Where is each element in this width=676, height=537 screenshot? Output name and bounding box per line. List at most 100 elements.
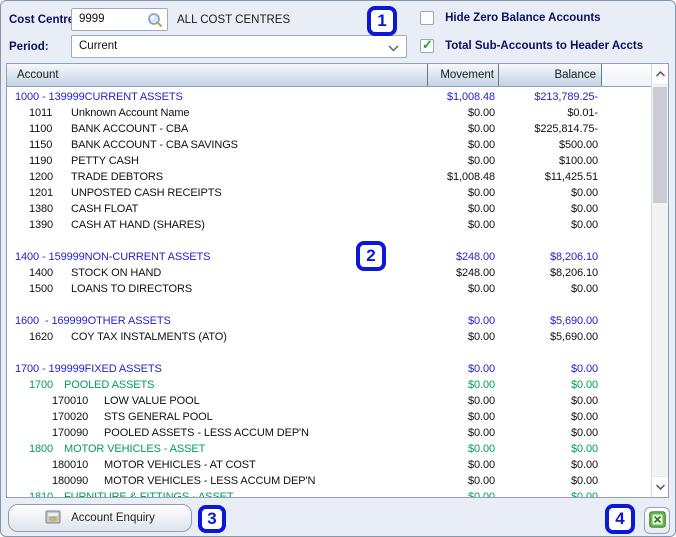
cell-name: FIXED ASSETS bbox=[84, 363, 162, 375]
cost-centre-input[interactable]: 9999 bbox=[71, 8, 168, 31]
table-row[interactable]: 170020 STS GENERAL POOL $0.00 $0.00 bbox=[7, 410, 651, 426]
cell-code: 1200 bbox=[29, 171, 54, 183]
hide-zero-option: ✓ Hide Zero Balance Accounts bbox=[420, 11, 601, 25]
cell-bal: $500.00 bbox=[558, 139, 598, 151]
cell-code: 1500 bbox=[29, 283, 54, 295]
table-body: 1000 - 139999CURRENT ASSETS $1,008.48 $213… bbox=[7, 88, 651, 497]
table-row[interactable]: 1700 - 199999FIXED ASSETS $0.00 $0.00 bbox=[7, 362, 651, 378]
cell-code: 170010 bbox=[52, 395, 89, 407]
table-row[interactable]: 1810 FURNITURE & FITTINGS - ASSET $0.00 $0.… bbox=[7, 490, 651, 497]
table-row[interactable]: 1500 LOANS TO DIRECTORS $0.00 $0.00 bbox=[7, 282, 651, 298]
cell-mov: $0.00 bbox=[467, 475, 495, 487]
table-row[interactable]: 1190 PETTY CASH $0.00 $100.00 bbox=[7, 154, 651, 170]
column-header-account[interactable]: Account bbox=[7, 64, 427, 86]
table-row[interactable]: 1200 TRADE DEBTORS $1,008.48 $11,425.51 bbox=[7, 170, 651, 186]
column-header-movement[interactable]: Movement bbox=[427, 64, 498, 86]
cell-bal: $0.00 bbox=[570, 459, 598, 471]
cell-name: STS GENERAL POOL bbox=[104, 411, 213, 423]
cell-name: BANK ACCOUNT - CBA SAVINGS bbox=[71, 139, 238, 151]
column-header-balance[interactable]: Balance bbox=[498, 64, 601, 86]
table-row[interactable]: 1390 CASH AT HAND (SHARES) $0.00 $0.00 bbox=[7, 218, 651, 234]
magnifier-icon[interactable] bbox=[147, 12, 163, 28]
table-row[interactable]: 1150 BANK ACCOUNT - CBA SAVINGS $0.00 $500.… bbox=[7, 138, 651, 154]
period-select[interactable]: Current bbox=[71, 35, 407, 58]
cell-mov: $0.00 bbox=[467, 155, 495, 167]
table-row[interactable]: 1380 CASH FLOAT $0.00 $0.00 bbox=[7, 202, 651, 218]
table-header-row: Account Movement Balance bbox=[7, 64, 651, 87]
callout-badge-1: 1 bbox=[367, 6, 397, 36]
cell-mov: $1,008.48 bbox=[446, 171, 495, 183]
cell-name: LOW VALUE POOL bbox=[104, 395, 200, 407]
cell-mov: $0.00 bbox=[467, 219, 495, 231]
cell-name: MOTOR VEHICLES - LESS ACCUM DEP'N bbox=[104, 475, 316, 487]
table-row[interactable]: 1620 COY TAX INSTALMENTS (ATO) $0.00 $5,690… bbox=[7, 330, 651, 346]
account-enquiry-label: Account Enquiry bbox=[71, 512, 155, 524]
cell-name: OTHER ASSETS bbox=[87, 315, 171, 327]
cell-name: MOTOR VEHICLES - ASSET bbox=[64, 443, 206, 455]
table-row[interactable]: 180090 MOTOR VEHICLES - LESS ACCUM DEP'N $… bbox=[7, 474, 651, 490]
cell-mov: $0.00 bbox=[467, 107, 495, 119]
table-row[interactable]: 170010 LOW VALUE POOL $0.00 $0.00 bbox=[7, 394, 651, 410]
table-row bbox=[7, 298, 651, 314]
cell-code: 1150 bbox=[29, 139, 53, 151]
cell-name: UNPOSTED CASH RECEIPTS bbox=[71, 187, 222, 199]
cell-mov: $0.00 bbox=[467, 331, 495, 343]
cell-bal: $0.00 bbox=[570, 187, 598, 199]
cell-name: CASH FLOAT bbox=[71, 203, 139, 215]
scrollbar-thumb[interactable] bbox=[653, 87, 667, 203]
cell-name: LOANS TO DIRECTORS bbox=[71, 283, 193, 295]
cell-name: CURRENT ASSETS bbox=[84, 91, 183, 103]
table-row[interactable]: 180010 MOTOR VEHICLES - AT COST $0.00 $0.00 bbox=[7, 458, 651, 474]
table-row[interactable]: 1800 MOTOR VEHICLES - ASSET $0.00 $0.00 bbox=[7, 442, 651, 458]
cell-code: 1620 bbox=[29, 331, 54, 343]
cell-mov: $248.00 bbox=[455, 251, 495, 263]
table-row[interactable]: 1400 STOCK ON HAND $248.00 $8,206.10 bbox=[7, 266, 651, 282]
callout-badge-2: 2 bbox=[356, 241, 386, 271]
cell-code: 1000 - 139999 bbox=[15, 91, 85, 103]
cell-mov: $0.00 bbox=[467, 203, 495, 215]
table-row bbox=[7, 346, 651, 362]
cell-code: 1810 bbox=[29, 491, 54, 497]
vertical-scrollbar[interactable] bbox=[651, 64, 668, 497]
total-sub-option: ✓ Total Sub-Accounts to Header Accts bbox=[420, 37, 644, 53]
cell-name: STOCK ON HAND bbox=[71, 267, 162, 279]
cell-bal: $213,789.25- bbox=[534, 91, 598, 103]
column-header-filler bbox=[601, 64, 651, 86]
table-row[interactable]: 1000 - 139999CURRENT ASSETS $1,008.48 $213… bbox=[7, 90, 651, 106]
cell-mov: $0.00 bbox=[467, 491, 495, 497]
account-enquiry-button[interactable]: Account Enquiry bbox=[8, 504, 192, 532]
table-row[interactable]: 1600 - 169999OTHER ASSETS $0.00 $5,690.00 bbox=[7, 314, 651, 330]
cell-bal: $0.00 bbox=[570, 219, 598, 231]
cell-bal: $225,814.75- bbox=[534, 123, 598, 135]
table-row[interactable]: 1700 POOLED ASSETS $0.00 $0.00 bbox=[7, 378, 651, 394]
cell-mov: $1,008.48 bbox=[446, 91, 495, 103]
cell-name: POOLED ASSETS bbox=[64, 379, 155, 391]
cell-code: 1800 bbox=[29, 443, 54, 455]
accounts-table: Account Movement Balance 1000 - 139999CU… bbox=[6, 63, 669, 498]
cell-bal: $11,425.51 bbox=[544, 171, 598, 183]
cell-bal: $0.00 bbox=[570, 203, 598, 215]
scroll-up-icon[interactable] bbox=[652, 64, 668, 85]
cell-mov: $0.00 bbox=[467, 395, 495, 407]
cell-name: FURNITURE & FITTINGS - ASSET bbox=[64, 491, 234, 497]
checkbox-hide-zero[interactable]: ✓ bbox=[420, 11, 434, 25]
cell-bal: $5,690.00 bbox=[549, 331, 598, 343]
table-row[interactable]: 1201 UNPOSTED CASH RECEIPTS $0.00 $0.00 bbox=[7, 186, 651, 202]
cell-mov: $0.00 bbox=[467, 315, 495, 327]
table-row[interactable]: 1400 - 159999NON-CURRENT ASSETS $248.00 $8… bbox=[7, 250, 651, 266]
cell-name: MOTOR VEHICLES - AT COST bbox=[104, 459, 256, 471]
cell-bal: $0.00 bbox=[570, 427, 598, 439]
cell-bal: $8,206.10 bbox=[549, 267, 598, 279]
checkbox-total-sub-accounts[interactable]: ✓ bbox=[420, 37, 434, 53]
chevron-down-icon bbox=[388, 43, 399, 55]
cell-code: 1600 - 169999 bbox=[15, 315, 88, 327]
cell-mov: $0.00 bbox=[467, 363, 495, 375]
export-excel-button[interactable] bbox=[644, 507, 670, 534]
cell-bal: $0.00 bbox=[570, 411, 598, 423]
table-row[interactable]: 1011 Unknown Account Name $0.00 $0.01- bbox=[7, 106, 651, 122]
scroll-down-icon[interactable] bbox=[652, 476, 668, 497]
table-row[interactable]: 1100 BANK ACCOUNT - CBA $0.00 $225,814.75- bbox=[7, 122, 651, 138]
cell-bal: $100.00 bbox=[558, 155, 598, 167]
total-sub-label: Total Sub-Accounts to Header Accts bbox=[445, 40, 644, 52]
table-row[interactable]: 170090 POOLED ASSETS - LESS ACCUM DEP'N $0… bbox=[7, 426, 651, 442]
